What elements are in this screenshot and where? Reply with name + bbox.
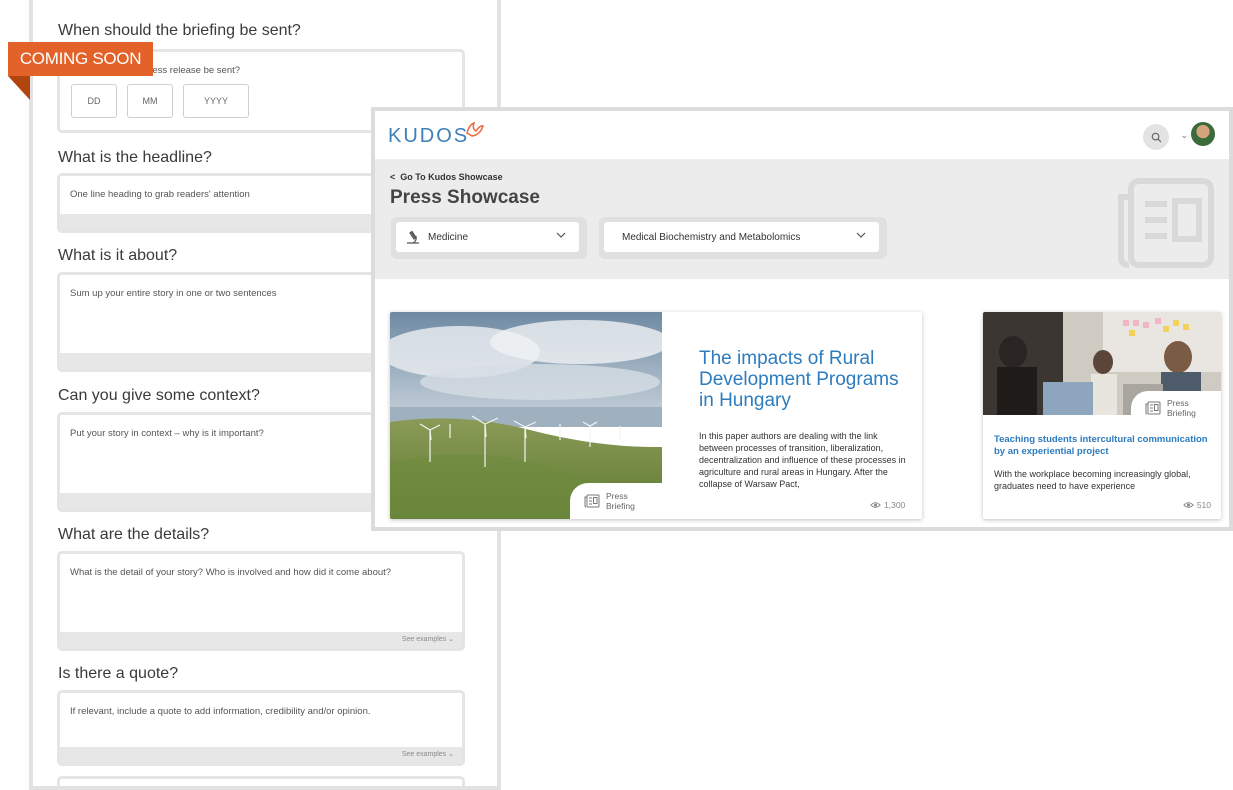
press-card-secondary[interactable]: Press Briefing Teaching students intercu… [983, 312, 1221, 519]
coming-soon-ribbon: COMING SOON [8, 42, 153, 76]
tag-line-2: Briefing [606, 501, 635, 511]
back-to-showcase-link[interactable]: < Go To Kudos Showcase [390, 172, 503, 182]
search-icon [1151, 132, 1161, 142]
see-examples-label: See examples [401, 636, 447, 643]
details-input[interactable]: What is the detail of your story? Who is… [57, 551, 465, 651]
kudos-logo-icon [466, 121, 484, 137]
card-title[interactable]: The impacts of Rural Development Program… [699, 348, 915, 411]
field-filter-select[interactable]: Medical Biochemistry and Metabolomics [604, 222, 879, 252]
back-link-label: Go To Kudos Showcase [400, 172, 503, 182]
subject-filter-select[interactable]: Medicine [396, 222, 579, 252]
details-footer: See examples ⌄ [60, 632, 462, 648]
question-context: Can you give some context? [58, 387, 260, 404]
view-count-value: 510 [1196, 500, 1211, 510]
search-button[interactable] [1143, 124, 1169, 150]
view-count: 1,300 [870, 500, 905, 510]
eye-icon [1183, 502, 1194, 508]
month-input[interactable]: MM [127, 84, 173, 118]
chevron-down-icon: ⌄ [448, 751, 454, 758]
showcase-banner: < Go To Kudos Showcase Press Showcase Me… [375, 159, 1229, 279]
question-headline: What is the headline? [58, 149, 212, 166]
view-count-value: 1,300 [884, 500, 906, 510]
chevron-left-icon: < [390, 172, 396, 182]
chevron-down-icon: ⌄ [448, 636, 454, 643]
press-showcase-window: KUDOS ⌄ < Go To Kudos Showcase Press Sho… [371, 107, 1233, 531]
see-examples-link[interactable]: See examples ⌄ [402, 750, 454, 758]
year-input[interactable]: YYYY [183, 84, 249, 118]
quote-footer: See examples ⌄ [60, 747, 462, 763]
about-placeholder: Sum up your entire story in one or two s… [70, 288, 277, 299]
quote-input[interactable]: If relevant, include a quote to add info… [57, 690, 465, 766]
card-title[interactable]: Teaching students intercultural communic… [994, 434, 1214, 458]
newspaper-icon [584, 494, 600, 508]
ribbon-fold [8, 76, 30, 100]
day-input[interactable]: DD [71, 84, 117, 118]
press-briefing-tag: Press Briefing [1131, 391, 1221, 425]
see-examples-label: See examples [401, 751, 447, 758]
kudos-logo[interactable]: KUDOS [388, 125, 469, 148]
subject-filter-value: Medicine [428, 232, 469, 243]
see-examples-link[interactable]: See examples ⌄ [402, 635, 454, 643]
tag-line-1: Press [1167, 398, 1189, 408]
newspaper-icon [1145, 401, 1161, 415]
chevron-down-icon [556, 232, 566, 238]
quote-placeholder: If relevant, include a quote to add info… [70, 706, 371, 717]
question-details: What are the details? [58, 526, 210, 543]
page-title: Press Showcase [390, 187, 540, 208]
microscope-icon [407, 230, 419, 244]
tag-line-1: Press [606, 491, 628, 501]
view-count: 510 [1183, 500, 1211, 510]
details-placeholder: What is the detail of your story? Who is… [70, 567, 392, 578]
headline-placeholder: One line heading to grab readers' attent… [70, 189, 250, 200]
top-navbar: KUDOS ⌄ [375, 111, 1229, 159]
eye-icon [870, 502, 881, 508]
tag-label: Press Briefing [1167, 398, 1196, 418]
newspaper-icon [1118, 178, 1214, 268]
chevron-down-icon[interactable]: ⌄ [1180, 130, 1188, 141]
subject-filter-dropdown[interactable]: Medicine [391, 217, 587, 259]
field-filter-dropdown[interactable]: Medical Biochemistry and Metabolomics [599, 217, 887, 259]
press-briefing-tag: Press Briefing [570, 483, 662, 519]
tag-label: Press Briefing [606, 491, 635, 511]
tag-line-2: Briefing [1167, 408, 1196, 418]
chevron-down-icon [856, 232, 866, 238]
card-description: In this paper authors are dealing with t… [699, 431, 906, 489]
question-send-date: When should the briefing be sent? [58, 22, 301, 39]
press-card-featured[interactable]: Press Briefing The impacts of Rural Deve… [390, 312, 922, 519]
question-quote: Is there a quote? [58, 665, 179, 682]
context-placeholder: Put your story in context – why is it im… [70, 428, 264, 439]
avatar[interactable] [1191, 122, 1215, 146]
card-description: With the workplace becoming increasingly… [994, 469, 1191, 491]
next-question-box [57, 776, 465, 786]
question-about: What is it about? [58, 247, 178, 264]
field-filter-value: Medical Biochemistry and Metabolomics [622, 232, 801, 243]
